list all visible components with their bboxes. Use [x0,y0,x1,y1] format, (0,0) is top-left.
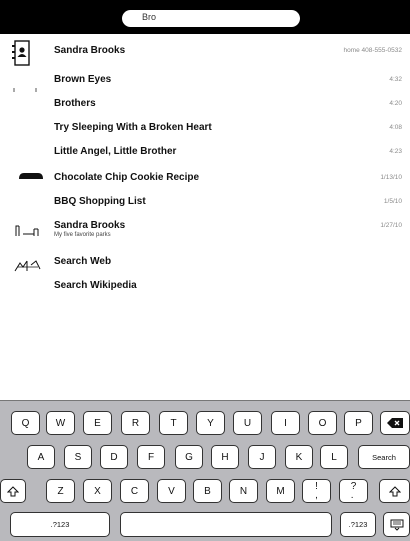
result-row[interactable]: Sandra Brooks My five favorite parks 1/2… [0,216,410,246]
key-exclaim-comma[interactable]: ! , [302,479,331,503]
key-q[interactable]: Q [11,411,40,435]
shift-key-left[interactable] [0,479,26,503]
result-title: Try Sleeping With a Broken Heart [54,122,212,133]
result-meta: 4:23 [389,148,402,155]
numbers-key-right[interactable]: .?123 [340,512,376,537]
key-s[interactable]: S [64,445,92,469]
result-meta: 1/5/10 [383,198,402,205]
result-title: Sandra Brooks [54,45,126,56]
result-title: Brothers [54,98,96,109]
result-title: Search Web [54,256,112,267]
key-m[interactable]: M [266,479,295,503]
key-i[interactable]: I [271,411,300,435]
key-v[interactable]: V [157,479,186,503]
result-row[interactable]: Brothers 4:20 [0,94,410,116]
key-p[interactable]: P [344,411,373,435]
result-row[interactable]: Search Web [0,252,410,274]
keyboard: Q W E R T Y U I O P A S D F G H J K L Se… [0,400,410,541]
key-f[interactable]: F [137,445,165,469]
shift-icon [7,485,19,496]
key-a[interactable]: A [27,445,55,469]
backspace-key[interactable] [380,411,410,435]
search-query: Bro [142,12,157,22]
result-row[interactable]: BBQ Shopping List 1/5/10 [0,192,410,214]
shift-icon [388,485,401,496]
key-e[interactable]: E [83,411,112,435]
backspace-icon [387,418,403,428]
result-title: Little Angel, Little Brother [54,146,177,157]
result-meta: 1/13/10 [380,174,402,181]
key-y[interactable]: Y [196,411,225,435]
key-g[interactable]: G [175,445,203,469]
shift-key-right[interactable] [379,479,410,503]
key-t[interactable]: T [159,411,188,435]
result-row[interactable]: Chocolate Chip Cookie Recipe 1/13/10 [0,168,410,190]
key-u[interactable]: U [233,411,262,435]
result-meta: 4:32 [389,76,402,83]
key-z[interactable]: Z [46,479,75,503]
key-d[interactable]: D [100,445,128,469]
search-input[interactable]: Bro [122,10,300,27]
result-row[interactable]: Sandra Brooks home 408-555-0532 [0,41,410,65]
result-meta: home 408-555-0532 [343,47,402,54]
result-title: Chocolate Chip Cookie Recipe [54,172,200,183]
result-title: BBQ Shopping List [54,196,146,207]
result-row[interactable]: Brown Eyes 4:32 [0,70,410,92]
key-j[interactable]: J [248,445,276,469]
result-meta: 4:08 [389,124,402,131]
key-c[interactable]: C [120,479,149,503]
result-title: Search Wikipedia [54,280,137,291]
result-row[interactable]: Try Sleeping With a Broken Heart 4:08 [0,118,410,140]
search-bar: Bro [0,0,410,34]
result-subtitle: My five favorite parks [54,232,111,238]
key-l[interactable]: L [320,445,348,469]
result-title: Sandra Brooks [54,220,126,231]
result-title: Brown Eyes [54,74,112,85]
result-row[interactable]: Little Angel, Little Brother 4:23 [0,142,410,164]
search-results: Sandra Brooks home 408-555-0532 Brown Ey… [0,34,410,400]
hide-keyboard-key[interactable] [383,512,410,537]
key-o[interactable]: O [308,411,337,435]
hide-keyboard-icon [390,519,403,531]
numbers-key-left[interactable]: .?123 [10,512,110,537]
key-question-period[interactable]: ? . [339,479,368,503]
key-x[interactable]: X [83,479,112,503]
key-w[interactable]: W [46,411,75,435]
result-row[interactable]: Search Wikipedia [0,276,410,298]
result-meta: 4:20 [389,100,402,107]
key-n[interactable]: N [229,479,258,503]
key-k[interactable]: K [285,445,313,469]
key-b[interactable]: B [193,479,222,503]
search-key[interactable]: Search [358,445,410,469]
key-h[interactable]: H [211,445,239,469]
space-key[interactable] [120,512,332,537]
key-r[interactable]: R [121,411,150,435]
result-meta: 1/27/10 [380,222,402,229]
